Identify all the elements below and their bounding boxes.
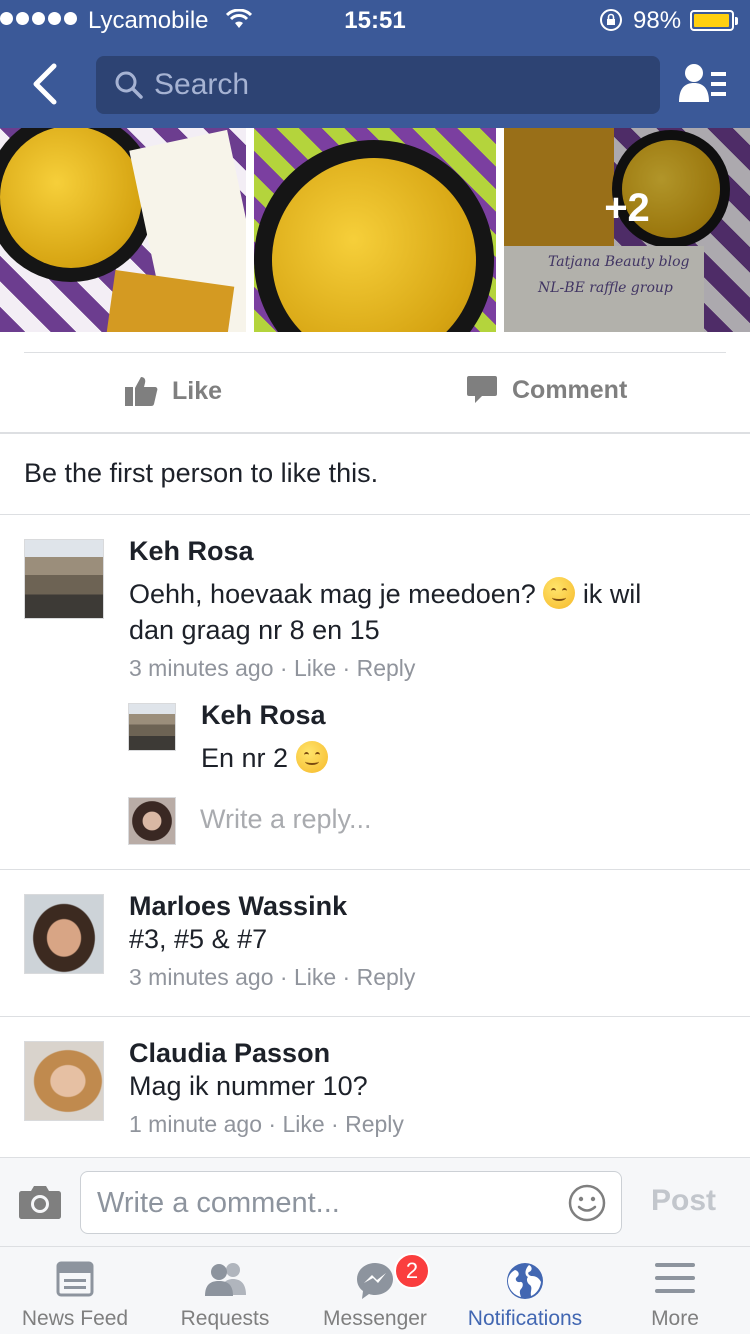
thumbs-up-icon — [125, 377, 158, 406]
comment-like-link[interactable]: Like — [294, 964, 336, 990]
post-photo-2[interactable] — [254, 128, 496, 332]
globe-icon — [507, 1263, 543, 1299]
avatar[interactable] — [24, 894, 104, 974]
tab-label: Messenger — [323, 1307, 427, 1330]
search-placeholder: Search — [154, 68, 250, 101]
divider — [0, 432, 750, 434]
comment-placeholder: Write a comment... — [97, 1187, 340, 1219]
reply-author[interactable]: Keh Rosa — [201, 700, 326, 731]
tab-notifications[interactable]: Notifications — [450, 1247, 600, 1334]
comment-text-line: dan graag nr 8 en 15 — [129, 615, 380, 645]
comment-text: Oehh, hoevaak mag je meedoen? ik wil — [129, 576, 729, 612]
comment-composer: Write a comment... Post — [0, 1157, 750, 1246]
tab-bar: News Feed Requests Messenger Notificatio… — [0, 1246, 750, 1334]
more-photos-overlay[interactable]: +2 — [504, 128, 750, 332]
comment-author[interactable]: Marloes Wassink — [129, 891, 347, 922]
comment-bubble-icon — [467, 376, 497, 403]
current-user-avatar — [128, 797, 176, 845]
orientation-lock-icon — [600, 9, 622, 31]
smiling-face-emoji-icon — [543, 577, 576, 609]
battery-fill — [694, 14, 730, 27]
divider — [0, 514, 750, 515]
post-button[interactable]: Post — [651, 1184, 716, 1218]
yum-face-emoji-icon — [295, 741, 328, 773]
tab-label: More — [651, 1307, 699, 1330]
battery-percentage: 98% — [633, 7, 682, 34]
menu-icon — [655, 1263, 695, 1293]
tab-messenger[interactable]: Messenger — [300, 1247, 450, 1334]
comment-reply-link[interactable]: Reply — [357, 964, 416, 990]
comment-like-link[interactable]: Like — [294, 655, 336, 681]
comment-like-link[interactable]: Like — [282, 1111, 324, 1137]
comment-text-part: ik wil — [582, 579, 642, 609]
comment-button[interactable]: Comment — [466, 375, 627, 405]
tab-requests[interactable]: Requests — [150, 1247, 300, 1334]
comment-timestamp: 3 minutes ago — [129, 964, 274, 990]
like-label: Like — [172, 376, 223, 405]
compact-case — [254, 140, 494, 332]
comment-text: Mag ik nummer 10? — [129, 1071, 368, 1101]
likes-summary: Be the first person to like this. — [24, 458, 379, 488]
avatar[interactable] — [24, 539, 104, 619]
comment-reply-link[interactable]: Reply — [345, 1111, 404, 1137]
comment-meta: 3 minutes ago · Like · Reply — [129, 964, 416, 990]
avatar[interactable] — [128, 703, 176, 751]
tab-more[interactable]: More — [600, 1247, 750, 1334]
tab-label: News Feed — [21, 1307, 129, 1330]
messenger-badge: 2 — [394, 1253, 430, 1289]
comment-text-part: Oehh, hoevaak mag je meedoen? — [129, 579, 536, 609]
comment-author[interactable]: Keh Rosa — [129, 536, 254, 567]
like-button[interactable]: Like — [124, 375, 222, 407]
battery-icon — [690, 10, 738, 31]
comment-input[interactable]: Write a comment... — [80, 1171, 622, 1234]
comment-timestamp: 1 minute ago — [129, 1111, 262, 1137]
post-actions: Like Comment — [0, 353, 750, 433]
write-reply-input[interactable]: Write a reply... — [200, 804, 372, 835]
back-chevron-icon[interactable] — [26, 60, 66, 108]
divider — [0, 869, 750, 870]
reply-text-part: En nr 2 — [201, 743, 289, 773]
news-feed-icon — [56, 1261, 94, 1297]
comment-timestamp: 3 minutes ago — [129, 655, 274, 681]
friend-requests-icon — [205, 1263, 246, 1296]
navigation-bar: Search — [0, 40, 750, 128]
post-photo-3[interactable]: Tatjana Beauty blog NL-BE raffle group +… — [504, 128, 750, 332]
comment-reply-link[interactable]: Reply — [357, 655, 416, 681]
reply-text: En nr 2 — [201, 740, 328, 776]
search-input[interactable]: Search — [96, 56, 660, 114]
post-photo-grid: Tatjana Beauty blog NL-BE raffle group +… — [0, 128, 750, 332]
comment-meta: 1 minute ago · Like · Reply — [129, 1111, 404, 1137]
divider — [0, 1016, 750, 1017]
camera-icon[interactable] — [18, 1184, 62, 1220]
status-bar: Lycamobile 15:51 98% — [0, 0, 750, 40]
sticker-smiley-icon[interactable] — [567, 1183, 607, 1223]
comment-text: #3, #5 & #7 — [129, 924, 268, 954]
comment-author[interactable]: Claudia Passon — [129, 1038, 330, 1069]
tab-news-feed[interactable]: News Feed — [0, 1247, 150, 1334]
post-photo-1[interactable] — [0, 128, 246, 332]
search-icon — [115, 71, 143, 99]
avatar[interactable] — [24, 1041, 104, 1121]
comment-meta: 3 minutes ago · Like · Reply — [129, 655, 416, 681]
comment-label: Comment — [512, 375, 628, 404]
friends-list-icon[interactable] — [678, 62, 728, 106]
messenger-icon — [357, 1263, 393, 1299]
tab-label: Notifications — [467, 1307, 583, 1330]
tab-label: Requests — [180, 1307, 270, 1330]
